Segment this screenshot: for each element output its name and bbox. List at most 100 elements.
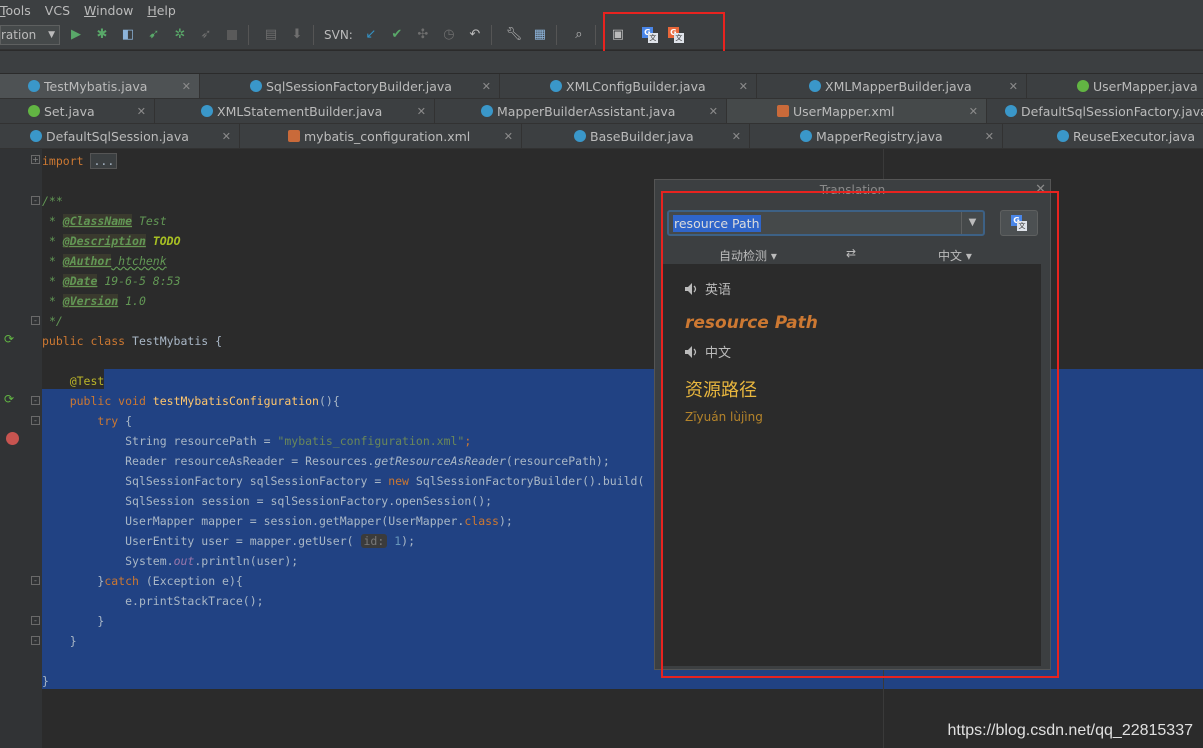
profile-debug-icon[interactable]: ✲ (170, 25, 190, 45)
fold-collapse-icon[interactable]: - (31, 396, 40, 405)
project-structure-icon[interactable]: ▦ (530, 25, 550, 45)
close-icon[interactable]: ✕ (709, 105, 718, 118)
code-line-resource-path: String resourcePath = "mybatis_configura… (42, 431, 471, 451)
svn-compare-icon[interactable]: ✣ (413, 25, 433, 45)
code-text: } (97, 614, 105, 628)
editor-tabs-row-3: DefaultSqlSession.java ✕ mybatis_configur… (0, 124, 1203, 149)
close-icon[interactable]: ✕ (504, 130, 513, 143)
tab-xmlconfigbuilder-java[interactable]: XMLConfigBuilder.java ✕ (500, 74, 757, 98)
watermark: https://blog.csdn.net/qq_22815337 (947, 722, 1193, 739)
attach-icon[interactable]: ▤ (261, 25, 281, 45)
static-method: getResourceAsReader (374, 454, 506, 468)
close-icon[interactable]: ✕ (985, 130, 994, 143)
fold-expand-icon[interactable]: + (31, 155, 40, 164)
tab-usermapper-java[interactable]: UserMapper.java (1027, 74, 1203, 98)
menu-help-label: elp (156, 2, 176, 18)
tab-mybatis-configuration-xml[interactable]: mybatis_configuration.xml ✕ (240, 124, 522, 148)
close-icon[interactable]: ✕ (417, 105, 426, 118)
keyword: class (464, 514, 499, 528)
breakpoint-icon[interactable] (6, 432, 19, 445)
close-icon[interactable]: ✕ (222, 130, 231, 143)
tab-mapperbuilderassistant-java[interactable]: MapperBuilderAssistant.java ✕ (435, 99, 727, 123)
fold-collapse-icon[interactable]: - (31, 416, 40, 425)
tab-xmlstatementbuilder-java[interactable]: XMLStatementBuilder.java ✕ (155, 99, 435, 123)
java-class-icon (481, 105, 493, 117)
javadoc-value: Test (132, 214, 167, 228)
javadoc-tag: @Description (62, 234, 146, 248)
menu-help-mnemonic: H (147, 2, 157, 18)
code-text: (){ (318, 394, 340, 408)
code-line-println: System.out.println(user); (42, 551, 298, 571)
menu-window-label: indow (96, 2, 134, 18)
collapsed-imports[interactable]: ... (90, 153, 118, 169)
menu-tools[interactable]: Tools (0, 3, 31, 18)
search-icon[interactable]: ⌕ (569, 25, 589, 45)
fold-collapse-icon[interactable]: - (31, 196, 40, 205)
tab-label: MapperBuilderAssistant.java (497, 103, 676, 119)
tab-usermapper-xml[interactable]: UserMapper.xml ✕ (727, 99, 987, 123)
tab-xmlmapperbuilder-java[interactable]: XMLMapperBuilder.java ✕ (757, 74, 1027, 98)
stop-icon[interactable] (222, 25, 242, 45)
build-icon[interactable]: ➶ (196, 25, 216, 45)
svn-update-icon[interactable]: ↙ (361, 25, 381, 45)
close-icon[interactable]: ✕ (482, 80, 491, 93)
code-text: { (118, 414, 133, 428)
run-icon[interactable]: ▶ (66, 25, 86, 45)
fold-collapse-icon[interactable]: - (31, 316, 40, 325)
tab-defaultsqlsessionfactory-java[interactable]: DefaultSqlSessionFactory.java (987, 99, 1203, 123)
svn-history-icon[interactable]: ◷ (439, 25, 459, 45)
tab-defaultsqlsession-java[interactable]: DefaultSqlSession.java ✕ (0, 124, 240, 148)
tab-set-java[interactable]: Set.java ✕ (0, 99, 155, 123)
run-test-method-icon[interactable]: ⟳ (4, 392, 14, 406)
keyword: public void (69, 394, 153, 408)
keyword: new (388, 474, 409, 488)
fold-collapse-icon[interactable]: - (31, 636, 40, 645)
toolbar-divider (248, 24, 249, 45)
code-line-print-stack: e.printStackTrace(); (42, 591, 263, 611)
toolbar-divider (555, 24, 557, 45)
close-icon[interactable]: ✕ (732, 130, 741, 143)
debug-icon[interactable]: ✱ (92, 25, 112, 45)
javadoc-tag: @ClassName (62, 214, 133, 228)
javadoc-value: 19-6-5 8:53 (97, 274, 181, 288)
svn-commit-icon[interactable]: ✔ (387, 25, 407, 45)
coverage-icon[interactable]: ◧ (118, 25, 138, 45)
svn-revert-icon[interactable]: ↶ (465, 25, 485, 45)
tab-reuseexecutor-java[interactable]: ReuseExecutor.java (1003, 124, 1203, 148)
java-class-icon (550, 80, 562, 92)
close-icon[interactable]: ✕ (137, 105, 146, 118)
fold-collapse-icon[interactable]: - (31, 616, 40, 625)
keyword: catch (104, 574, 139, 588)
menu-help[interactable]: Help (147, 3, 176, 18)
toolbar-divider (313, 24, 314, 45)
menu-vcs-label: VCS (44, 2, 71, 18)
java-class-icon (574, 130, 586, 142)
javadoc-tag: @Author (62, 254, 112, 268)
tab-testmybatis-java[interactable]: TestMybatis.java ✕ (0, 74, 200, 98)
tab-label: BaseBuilder.java (590, 128, 694, 144)
editor-gutter: + - - ⟳ ⟳ - - - - - (0, 149, 42, 748)
tab-label: ReuseExecutor.java (1073, 128, 1196, 144)
close-icon[interactable]: ✕ (182, 80, 191, 93)
tab-basebuilder-java[interactable]: BaseBuilder.java ✕ (522, 124, 750, 148)
run-config-select[interactable]: ration ▼ (0, 24, 60, 45)
download-icon[interactable]: ⬇ (287, 25, 307, 45)
profile-icon[interactable]: ➹ (144, 25, 164, 45)
close-icon[interactable]: ✕ (1009, 80, 1018, 93)
tab-mapperregistry-java[interactable]: MapperRegistry.java ✕ (750, 124, 1003, 148)
menu-window-mnemonic: W (84, 2, 97, 18)
code-text: SqlSession session = sqlSessionFactory.o… (125, 494, 493, 508)
run-test-class-icon[interactable]: ⟳ (4, 332, 14, 346)
code-text: .println(user); (194, 554, 299, 568)
code-line-reader: Reader resourceAsReader = Resources.getR… (42, 451, 610, 471)
fold-collapse-icon[interactable]: - (31, 576, 40, 585)
wrench-icon[interactable]: 🔧︎ (504, 25, 524, 45)
close-icon[interactable]: ✕ (739, 80, 748, 93)
tab-sqlsessionfactorybuilder-java[interactable]: SqlSessionFactoryBuilder.java ✕ (200, 74, 500, 98)
menu-window[interactable]: Window (84, 3, 133, 18)
code-line-description: * @Description TODO (42, 234, 181, 248)
close-icon[interactable]: ✕ (969, 105, 978, 118)
menu-vcs[interactable]: VCS (45, 3, 70, 18)
class-name: TestMybatis { (132, 334, 223, 348)
code-line-mapper: UserMapper mapper = session.getMapper(Us… (42, 511, 513, 531)
